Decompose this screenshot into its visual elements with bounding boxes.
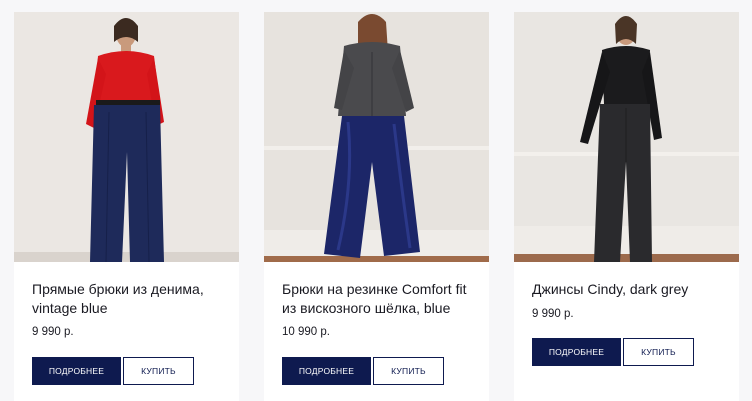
model-grey-cardigan-image	[264, 12, 489, 262]
model-black-top-image	[514, 12, 739, 262]
product-card: Джинсы Cindy, dark grey 9 990 р. ПОДРОБН…	[514, 12, 739, 401]
product-title[interactable]: Брюки на резинке Comfort fit из вискозно…	[282, 280, 477, 318]
product-price: 9 990 р.	[32, 326, 74, 338]
buy-button[interactable]: КУПИТЬ	[373, 357, 444, 385]
buy-button[interactable]: КУПИТЬ	[623, 338, 694, 366]
details-button[interactable]: ПОДРОБНЕЕ	[282, 357, 371, 385]
model-red-sweater-image	[14, 12, 239, 262]
product-card: Брюки на резинке Comfort fit из вискозно…	[264, 12, 489, 401]
product-photo[interactable]	[264, 12, 489, 262]
product-title[interactable]: Джинсы Cindy, dark grey	[532, 280, 727, 299]
product-card: Прямые брюки из денима, vintage blue 9 9…	[14, 12, 239, 401]
buy-button[interactable]: КУПИТЬ	[123, 357, 194, 385]
product-price: 10 990 р.	[282, 326, 330, 338]
product-price: 9 990 р.	[532, 308, 574, 320]
product-photo[interactable]	[514, 12, 739, 262]
product-photo[interactable]	[14, 12, 239, 262]
details-button[interactable]: ПОДРОБНЕЕ	[32, 357, 121, 385]
details-button[interactable]: ПОДРОБНЕЕ	[532, 338, 621, 366]
product-title[interactable]: Прямые брюки из денима, vintage blue	[32, 280, 227, 318]
